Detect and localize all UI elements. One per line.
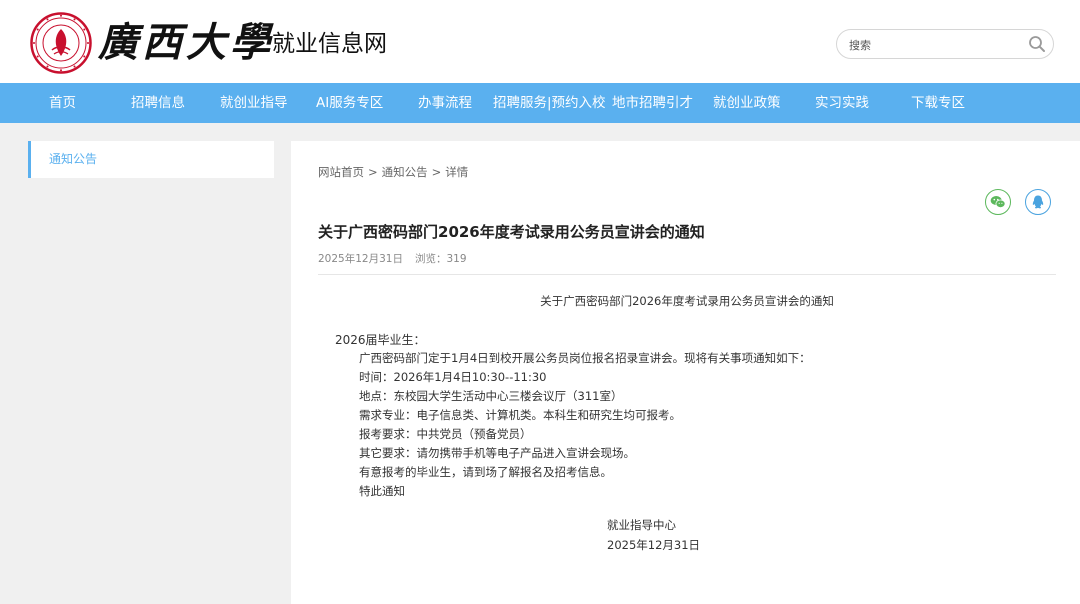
title-divider	[318, 274, 1056, 275]
breadcrumb-separator: >	[368, 165, 378, 179]
nav-item-ai-services[interactable]: AI服务专区	[316, 83, 383, 123]
body-line-majors: 需求专业：电子信息类、计算机类。本科生和研究生均可报考。	[359, 408, 681, 422]
signature-org: 就业指导中心	[607, 518, 676, 532]
view-count: 319	[446, 253, 467, 265]
qq-icon	[1032, 195, 1044, 209]
body-line-invitation: 有意报考的毕业生，请到场了解报名及招考信息。	[359, 465, 612, 479]
nav-item-policies[interactable]: 就创业政策	[713, 83, 781, 123]
article-panel: 网站首页 > 通知公告 > 详情 关于广西密码部门2026年度考试录用公务员宣讲会的通知…	[291, 141, 1080, 604]
university-name-calligraphy[interactable]: 廣西大學	[98, 16, 274, 70]
nav-item-downloads[interactable]: 下载专区	[911, 83, 965, 123]
nav-item-internship[interactable]: 实习实践	[815, 83, 869, 123]
nav-item-recruitment[interactable]: 招聘信息	[131, 83, 185, 123]
body-line-location: 地点：东校园大学生活动中心三楼会议厅（311室）	[359, 389, 623, 403]
body-line-closing: 特此通知	[359, 484, 405, 498]
nav-item-career-guidance[interactable]: 就创业指导	[220, 83, 288, 123]
search-input[interactable]	[847, 35, 1021, 55]
university-seal-logo[interactable]	[30, 12, 92, 74]
body-line-other-requirements: 其它要求：请勿携带手机等电子产品进入宣讲会现场。	[359, 446, 635, 460]
document-body: 广西密码部门定于1月4日到校开展公务员岗位报名招录宣讲会。现将有关事项通知如下：…	[359, 349, 811, 501]
document-signature: 就业指导中心 2025年12月31日	[607, 515, 700, 555]
search-box	[836, 29, 1054, 59]
article-title: 关于广西密码部门2026年度考试录用公务员宣讲会的通知	[318, 223, 705, 241]
search-icon[interactable]	[1027, 34, 1047, 54]
share-wechat-button[interactable]	[985, 189, 1011, 215]
nav-item-local-recruitment[interactable]: 地市招聘引才	[612, 83, 693, 123]
share-qq-button[interactable]	[1025, 189, 1051, 215]
body-line-time: 时间：2026年1月4日10:30--11:30	[359, 370, 547, 384]
body-line-intro: 广西密码部门定于1月4日到校开展公务员岗位报名招录宣讲会。现将有关事项通知如下：	[359, 351, 811, 365]
article-date: 2025年12月31日	[318, 253, 403, 265]
body-line-requirements: 报考要求：中共党员（预备党员）	[359, 427, 532, 441]
views-label: 浏览：	[414, 253, 447, 265]
breadcrumb: 网站首页 > 通知公告 > 详情	[318, 164, 468, 180]
sidebar-item-notices[interactable]: 通知公告	[28, 141, 274, 178]
breadcrumb-notices[interactable]: 通知公告	[382, 164, 428, 180]
breadcrumb-home[interactable]: 网站首页	[318, 164, 364, 180]
wechat-icon	[990, 196, 1006, 208]
nav-item-procedures[interactable]: 办事流程	[418, 83, 472, 123]
breadcrumb-current: 详情	[445, 165, 469, 179]
nav-item-campus-booking[interactable]: 招聘服务|预约入校	[493, 83, 606, 123]
main-nav: 首页 招聘信息 就创业指导 AI服务专区 办事流程 招聘服务|预约入校 地市招聘…	[0, 83, 1080, 123]
breadcrumb-separator: >	[431, 165, 442, 179]
document-heading: 关于广西密码部门2026年度考试录用公务员宣讲会的通知	[540, 294, 834, 308]
document-greeting: 2026届毕业生：	[335, 333, 426, 347]
site-title[interactable]: 就业信息网	[272, 28, 387, 60]
site-header: 廣西大學 就业信息网	[0, 0, 1080, 83]
nav-item-home[interactable]: 首页	[49, 83, 76, 123]
signature-date: 2025年12月31日	[607, 538, 701, 552]
article-meta: 2025年12月31日 浏览：319	[318, 251, 467, 266]
